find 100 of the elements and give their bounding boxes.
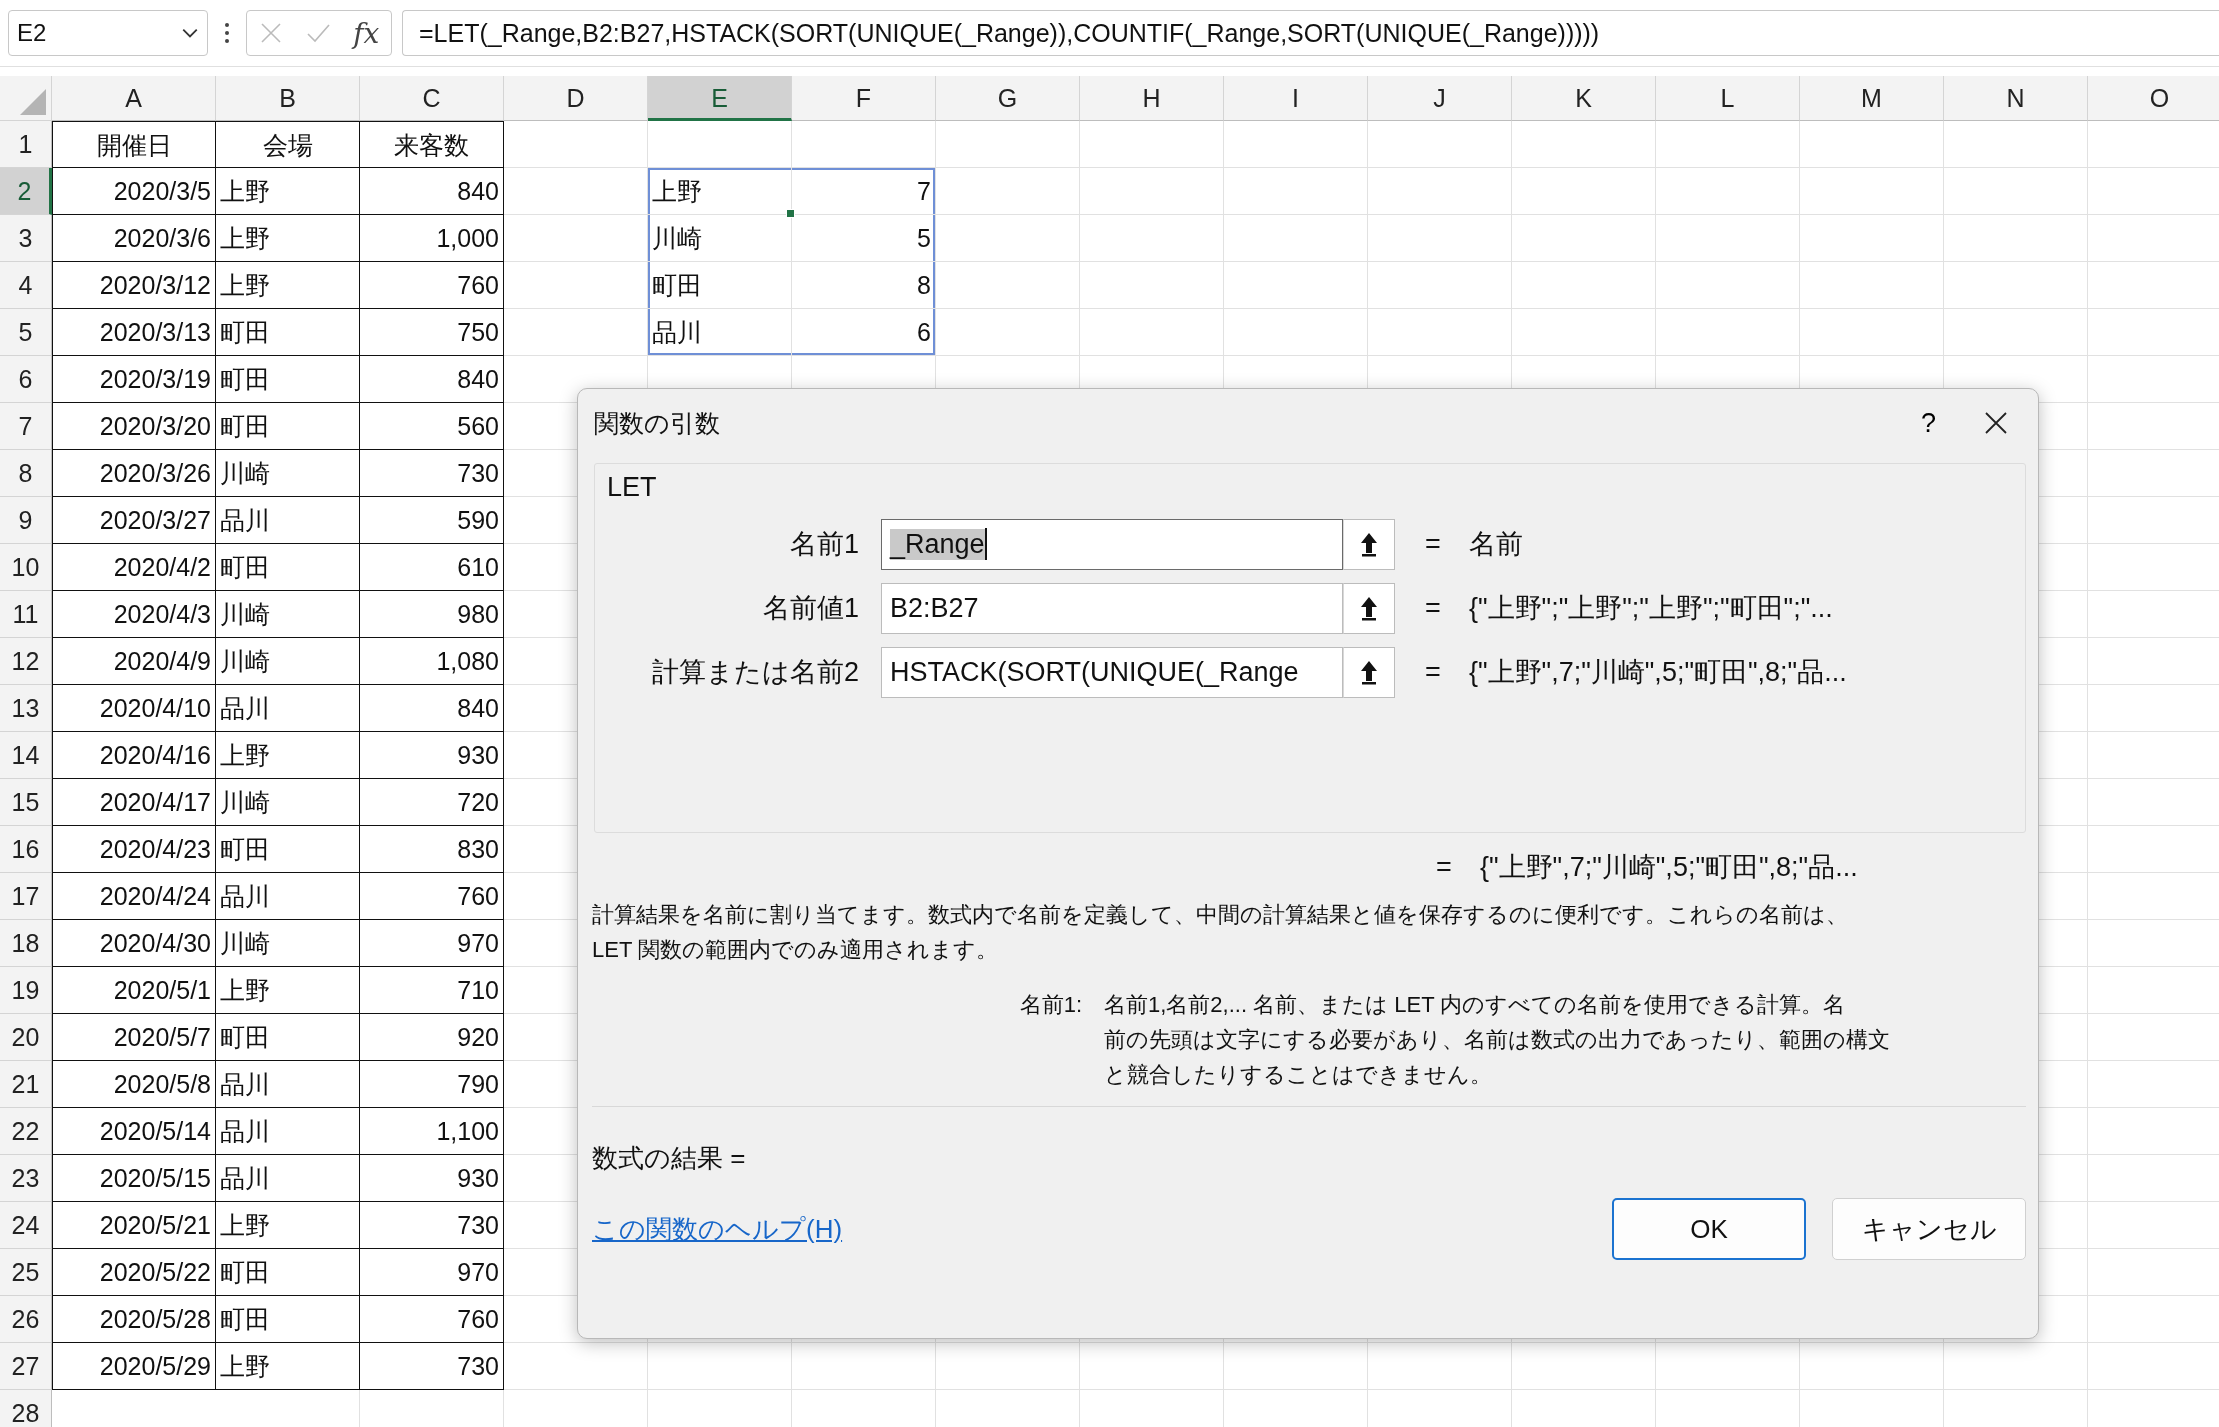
row-header[interactable]: 4: [0, 262, 52, 309]
ok-button[interactable]: OK: [1612, 1198, 1806, 1260]
row-header[interactable]: 17: [0, 873, 52, 920]
table-cell: 970: [360, 1249, 504, 1296]
equals-sign: =: [1424, 528, 1442, 560]
table-cell: 町田: [216, 826, 360, 873]
column-header[interactable]: D: [504, 76, 648, 121]
row-header[interactable]: 7: [0, 403, 52, 450]
table-cell: 会場: [216, 121, 360, 168]
row-header[interactable]: 13: [0, 685, 52, 732]
row-header[interactable]: 15: [0, 779, 52, 826]
collapse-button[interactable]: [1343, 518, 1395, 570]
column-header[interactable]: N: [1944, 76, 2088, 121]
close-icon[interactable]: [1984, 411, 2008, 435]
row-header[interactable]: 25: [0, 1249, 52, 1296]
insert-function-button[interactable]: fx: [353, 16, 380, 50]
function-result: {"上野",7;"川崎",5;"町田",8;"品...: [1479, 851, 1858, 884]
row-header[interactable]: 16: [0, 826, 52, 873]
row-header[interactable]: 23: [0, 1155, 52, 1202]
table-cell: 760: [360, 873, 504, 920]
row-header[interactable]: 11: [0, 591, 52, 638]
up-arrow-icon: [1359, 531, 1379, 557]
table-cell: 840: [360, 356, 504, 403]
collapse-button[interactable]: [1343, 646, 1395, 698]
table-cell: 2020/5/1: [52, 967, 216, 1014]
table-cell: 2020/4/23: [52, 826, 216, 873]
table-cell: 2020/3/5: [52, 168, 216, 215]
row-header[interactable]: 27: [0, 1343, 52, 1390]
row-header[interactable]: 3: [0, 215, 52, 262]
column-header[interactable]: A: [52, 76, 216, 121]
row-header[interactable]: 14: [0, 732, 52, 779]
table-cell: 970: [360, 920, 504, 967]
formula-field[interactable]: =LET(_Range,B2:B27,HSTACK(SORT(UNIQUE(_Range)),COUNTIF(_Range,SORT(UNIQUE(_Range))))): [402, 10, 2219, 56]
column-header[interactable]: L: [1656, 76, 1800, 121]
argument-help-text: 名前1,名前2,... 名前、または LET 内のすべての名前を使用できる計算。名: [1104, 991, 1847, 1019]
row-header[interactable]: 5: [0, 309, 52, 356]
column-header[interactable]: C: [360, 76, 504, 121]
row-header[interactable]: 19: [0, 967, 52, 1014]
argument-field[interactable]: B2:B27: [881, 582, 1343, 634]
table-cell: 品川: [216, 873, 360, 920]
table-cell: 750: [360, 309, 504, 356]
table-cell: 町田: [216, 403, 360, 450]
column-header[interactable]: I: [1224, 76, 1368, 121]
table-cell: 2020/4/10: [52, 685, 216, 732]
column-header[interactable]: E: [648, 76, 792, 121]
column-header[interactable]: G: [936, 76, 1080, 121]
description-text: LET 関数の範囲内でのみ適用されます。: [592, 936, 1000, 964]
table-cell: 町田: [216, 1249, 360, 1296]
column-header[interactable]: J: [1368, 76, 1512, 121]
row-header[interactable]: 20: [0, 1014, 52, 1061]
table-cell: 町田: [216, 309, 360, 356]
more-icon[interactable]: [224, 22, 230, 44]
row-header[interactable]: 9: [0, 497, 52, 544]
table-cell: 上野: [216, 1343, 360, 1390]
row-header[interactable]: 28: [0, 1390, 52, 1427]
table-cell: 730: [360, 1343, 504, 1390]
collapse-button[interactable]: [1343, 582, 1395, 634]
column-header[interactable]: B: [216, 76, 360, 121]
table-cell: 2020/4/30: [52, 920, 216, 967]
help-link[interactable]: この関数のヘルプ(H): [592, 1211, 843, 1247]
table-cell: 840: [360, 685, 504, 732]
column-header[interactable]: F: [792, 76, 936, 121]
row-header[interactable]: 24: [0, 1202, 52, 1249]
table-cell: 品川: [216, 685, 360, 732]
table-cell: 上野: [648, 168, 792, 215]
caret-icon[interactable]: [181, 27, 199, 39]
row-header[interactable]: 21: [0, 1061, 52, 1108]
cancel-button[interactable]: キャンセル: [1832, 1198, 2026, 1260]
table-cell: 730: [360, 1202, 504, 1249]
argument-field[interactable]: _Range: [881, 518, 1343, 570]
row-header[interactable]: 12: [0, 638, 52, 685]
table-cell: 2020/3/27: [52, 497, 216, 544]
table-cell: 品川: [216, 497, 360, 544]
help-button[interactable]: ?: [1912, 407, 1944, 439]
table-cell: 1,100: [360, 1108, 504, 1155]
argument-result: {"上野";"上野";"上野";"町田";"...: [1468, 592, 1833, 625]
table-cell: 720: [360, 779, 504, 826]
row-header[interactable]: 8: [0, 450, 52, 497]
table-cell: 町田: [216, 1014, 360, 1061]
table-cell: 2020/4/24: [52, 873, 216, 920]
row-header[interactable]: 1: [0, 121, 52, 168]
fill-handle[interactable]: [786, 209, 795, 218]
table-cell: 6: [792, 309, 936, 356]
table-cell: 川崎: [648, 215, 792, 262]
name-box[interactable]: E2: [8, 10, 208, 56]
row-header[interactable]: 18: [0, 920, 52, 967]
table-cell: 上野: [216, 732, 360, 779]
row-header[interactable]: 2: [0, 168, 52, 215]
table-cell: 8: [792, 262, 936, 309]
row-header[interactable]: 26: [0, 1296, 52, 1343]
column-header[interactable]: K: [1512, 76, 1656, 121]
table-cell: 730: [360, 450, 504, 497]
table-cell: 町田: [216, 1296, 360, 1343]
argument-field[interactable]: HSTACK(SORT(UNIQUE(_Range: [881, 646, 1343, 698]
row-header[interactable]: 6: [0, 356, 52, 403]
row-header[interactable]: 10: [0, 544, 52, 591]
column-header[interactable]: M: [1800, 76, 1944, 121]
column-header[interactable]: H: [1080, 76, 1224, 121]
row-header[interactable]: 22: [0, 1108, 52, 1155]
table-cell: 来客数: [360, 121, 504, 168]
